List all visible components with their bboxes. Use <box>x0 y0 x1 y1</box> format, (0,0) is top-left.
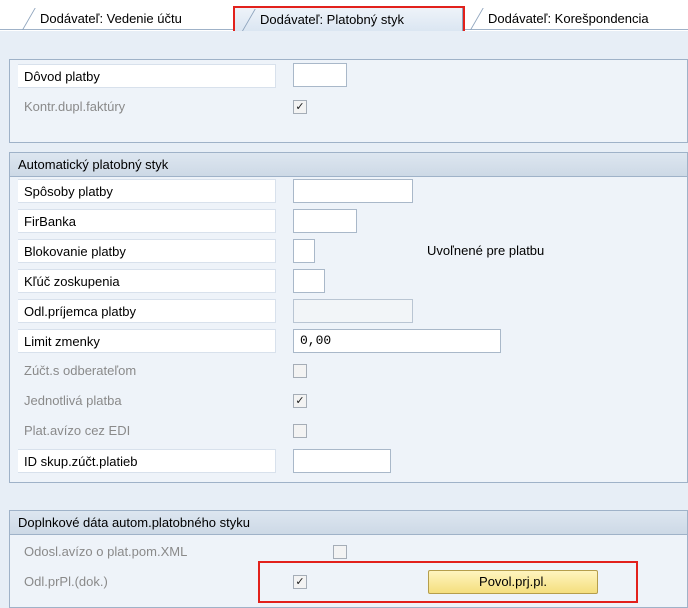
odl-prijemca-label: Odl.príjemca platby <box>18 299 276 323</box>
zuct-odberatel-label: Zúčt.s odberateľom <box>24 363 137 378</box>
zuct-odberatel-checkbox[interactable] <box>293 364 307 378</box>
tab-vedenie-uctu[interactable]: Dodávateľ: Vedenie účtu <box>14 7 182 31</box>
payment-block-status: Uvoľnené pre platbu <box>427 243 545 258</box>
payment-reason-group: Dôvod platby Kontr.dupl.faktúry ✓ <box>9 59 688 143</box>
kluc-zoskupenia-input[interactable] <box>293 269 325 293</box>
blokovanie-platby-label: Blokovanie platby <box>18 239 276 263</box>
dovod-platby-label: Dôvod platby <box>18 64 276 88</box>
tab-korespondencia[interactable]: Dodávateľ: Korešpondencia <box>462 7 649 31</box>
id-skup-input[interactable] <box>293 449 391 473</box>
odl-prijemca-input[interactable] <box>293 299 413 323</box>
odosl-avizo-label: Odosl.avízo o plat.pom.XML <box>24 544 188 559</box>
odosl-avizo-checkbox[interactable] <box>333 545 347 559</box>
additional-data-group-title: Doplnkové dáta autom.platobného styku <box>10 511 687 535</box>
kluc-zoskupenia-label: Kľúč zoskupenia <box>18 269 276 293</box>
id-skup-label: ID skup.zúčt.platieb <box>18 449 276 473</box>
dovod-platby-input[interactable] <box>293 63 347 87</box>
sposoby-platby-input[interactable] <box>293 179 413 203</box>
limit-zmenky-input[interactable]: 0,00 <box>293 329 501 353</box>
firbanka-label: FirBanka <box>18 209 276 233</box>
auto-payment-group: Automatický platobný styk Spôsoby platby… <box>9 152 688 483</box>
sposoby-platby-label: Spôsoby platby <box>18 179 276 203</box>
kontr-dupl-faktury-label: Kontr.dupl.faktúry <box>24 99 126 114</box>
firbanka-input[interactable] <box>293 209 357 233</box>
limit-zmenky-label: Limit zmenky <box>18 329 276 353</box>
plat-avizo-edi-label: Plat.avízo cez EDI <box>24 423 131 438</box>
odl-prpl-dok-label: Odl.prPl.(dok.) <box>24 574 108 589</box>
jednotliva-platba-label: Jednotlivá platba <box>24 393 122 408</box>
auto-payment-group-title: Automatický platobný styk <box>10 153 687 177</box>
tab-label: Dodávateľ: Vedenie účtu <box>40 11 182 26</box>
blokovanie-platby-input[interactable] <box>293 239 315 263</box>
odl-prpl-highlight <box>258 561 638 603</box>
tab-content-panel: Dôvod platby Kontr.dupl.faktúry ✓ Automa… <box>0 31 688 608</box>
plat-avizo-edi-checkbox[interactable] <box>293 424 307 438</box>
kontr-dupl-faktury-checkbox[interactable]: ✓ <box>293 100 307 114</box>
tab-label: Dodávateľ: Korešpondencia <box>488 11 649 26</box>
jednotliva-platba-checkbox[interactable]: ✓ <box>293 394 307 408</box>
